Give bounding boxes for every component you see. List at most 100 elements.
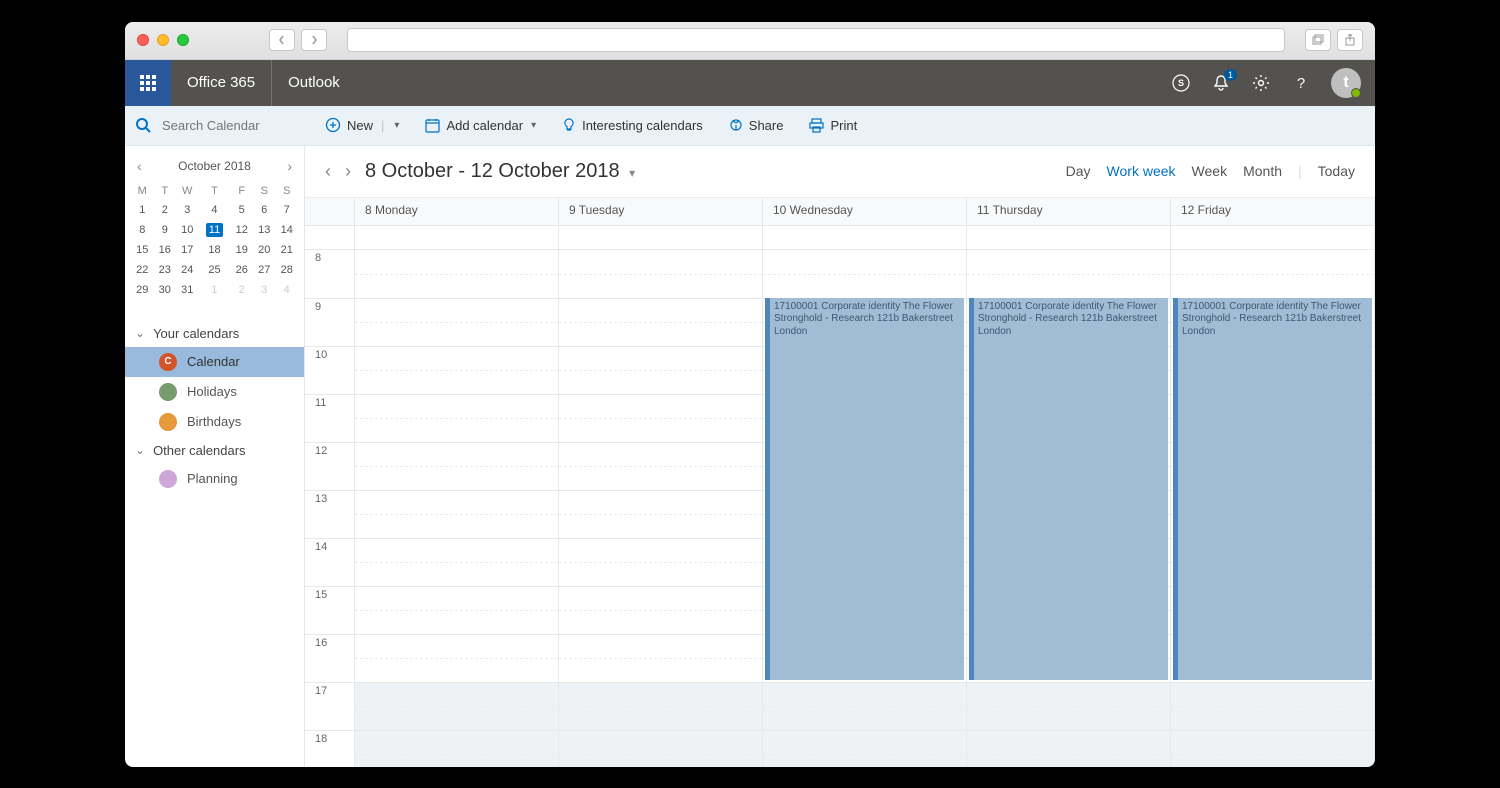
time-slot[interactable] (967, 730, 1170, 767)
window-maximize-button[interactable] (177, 34, 189, 46)
new-button[interactable]: New |▾ (325, 117, 399, 133)
minical-day[interactable]: 15 (131, 240, 154, 260)
time-slot[interactable] (763, 730, 966, 767)
add-calendar-button[interactable]: Add calendar ▾ (425, 118, 536, 133)
minical-prev-button[interactable]: ‹ (137, 158, 142, 174)
time-slot[interactable] (355, 394, 558, 442)
day-column[interactable]: 17100001 Corporate identity The Flower S… (763, 250, 967, 767)
allday-cell[interactable] (1171, 226, 1375, 249)
time-slot[interactable] (559, 538, 762, 586)
minical-day[interactable]: 26 (230, 260, 253, 280)
time-slot[interactable] (559, 442, 762, 490)
browser-tabs-button[interactable] (1305, 29, 1331, 51)
calendar-item[interactable]: Birthdays (125, 407, 304, 437)
minical-day[interactable]: 20 (253, 240, 276, 260)
range-next-button[interactable]: › (345, 161, 351, 182)
interesting-calendars-button[interactable]: Interesting calendars (562, 118, 703, 133)
minical-day[interactable]: 12 (230, 220, 253, 240)
minical-day[interactable]: 8 (131, 220, 154, 240)
day-column[interactable]: 17100001 Corporate identity The Flower S… (1171, 250, 1375, 767)
minical-day[interactable]: 1 (199, 280, 231, 300)
time-slot[interactable] (559, 394, 762, 442)
account-avatar[interactable]: t (1331, 68, 1361, 98)
range-title[interactable]: 8 October - 12 October 2018 ▾ (365, 160, 635, 183)
share-button[interactable]: Share (729, 118, 784, 133)
calendar-item[interactable]: Holidays (125, 377, 304, 407)
minical-day[interactable]: 9 (154, 220, 177, 240)
minical-day[interactable]: 2 (154, 200, 177, 220)
minical-day[interactable]: 10 (176, 220, 199, 240)
minical-day[interactable]: 11 (199, 220, 231, 240)
settings-button[interactable] (1251, 73, 1271, 93)
minical-day[interactable]: 18 (199, 240, 231, 260)
search-input[interactable] (162, 118, 282, 133)
allday-cell[interactable] (559, 226, 763, 249)
time-slot[interactable] (1171, 730, 1374, 767)
help-button[interactable]: ? (1291, 73, 1311, 93)
time-slot[interactable] (355, 586, 558, 634)
skype-icon[interactable]: S (1171, 73, 1191, 93)
range-prev-button[interactable]: ‹ (325, 161, 331, 182)
app-launcher-button[interactable] (125, 60, 171, 106)
minical-next-button[interactable]: › (287, 158, 292, 174)
minical-day[interactable]: 23 (154, 260, 177, 280)
time-slot[interactable] (1171, 250, 1374, 298)
minical-day[interactable]: 1 (131, 200, 154, 220)
time-slot[interactable] (355, 490, 558, 538)
time-slot[interactable] (763, 250, 966, 298)
print-button[interactable]: Print (809, 118, 857, 133)
minical-day[interactable]: 31 (176, 280, 199, 300)
time-slot[interactable] (559, 586, 762, 634)
time-slot[interactable] (355, 682, 558, 730)
calendar-group-your[interactable]: ⌄Your calendars (125, 320, 304, 347)
address-bar[interactable] (347, 28, 1285, 52)
time-slot[interactable] (559, 730, 762, 767)
day-column[interactable] (559, 250, 763, 767)
app-label[interactable]: Outlook (272, 74, 356, 91)
suite-label[interactable]: Office 365 (171, 60, 272, 106)
minical-day[interactable]: 28 (275, 260, 298, 280)
minical-day[interactable]: 22 (131, 260, 154, 280)
time-slot[interactable] (355, 730, 558, 767)
minical-day[interactable]: 3 (253, 280, 276, 300)
view-month[interactable]: Month (1243, 163, 1282, 179)
minical-day[interactable]: 29 (131, 280, 154, 300)
time-slot[interactable] (355, 346, 558, 394)
allday-cell[interactable] (967, 226, 1171, 249)
calendar-group-other[interactable]: ⌄Other calendars (125, 437, 304, 464)
calendar-event[interactable]: 17100001 Corporate identity The Flower S… (1173, 298, 1372, 680)
minical-day[interactable]: 16 (154, 240, 177, 260)
time-slot[interactable] (559, 346, 762, 394)
notifications-button[interactable]: 1 (1211, 73, 1231, 93)
minical-day[interactable]: 13 (253, 220, 276, 240)
minical-day[interactable]: 21 (275, 240, 298, 260)
time-slot[interactable] (1171, 682, 1374, 730)
search-wrap[interactable] (125, 117, 305, 134)
calendar-event[interactable]: 17100001 Corporate identity The Flower S… (969, 298, 1168, 680)
allday-cell[interactable] (355, 226, 559, 249)
calendar-event[interactable]: 17100001 Corporate identity The Flower S… (765, 298, 964, 680)
time-slot[interactable] (559, 634, 762, 682)
time-slot[interactable] (355, 442, 558, 490)
minical-day[interactable]: 2 (230, 280, 253, 300)
time-slot[interactable] (355, 298, 558, 346)
time-slot[interactable] (355, 634, 558, 682)
minical-day[interactable]: 4 (199, 200, 231, 220)
time-slot[interactable] (559, 682, 762, 730)
minical-day[interactable]: 27 (253, 260, 276, 280)
minical-day[interactable]: 24 (176, 260, 199, 280)
day-column[interactable] (355, 250, 559, 767)
browser-share-button[interactable] (1337, 29, 1363, 51)
minical-day[interactable]: 5 (230, 200, 253, 220)
view-week[interactable]: Week (1192, 163, 1228, 179)
time-slot[interactable] (763, 682, 966, 730)
minical-day[interactable]: 17 (176, 240, 199, 260)
browser-forward-button[interactable] (301, 29, 327, 51)
window-minimize-button[interactable] (157, 34, 169, 46)
calendar-item[interactable]: Planning (125, 464, 304, 494)
window-close-button[interactable] (137, 34, 149, 46)
time-slot[interactable] (967, 250, 1170, 298)
allday-cell[interactable] (763, 226, 967, 249)
time-slot[interactable] (559, 250, 762, 298)
time-slot[interactable] (559, 490, 762, 538)
